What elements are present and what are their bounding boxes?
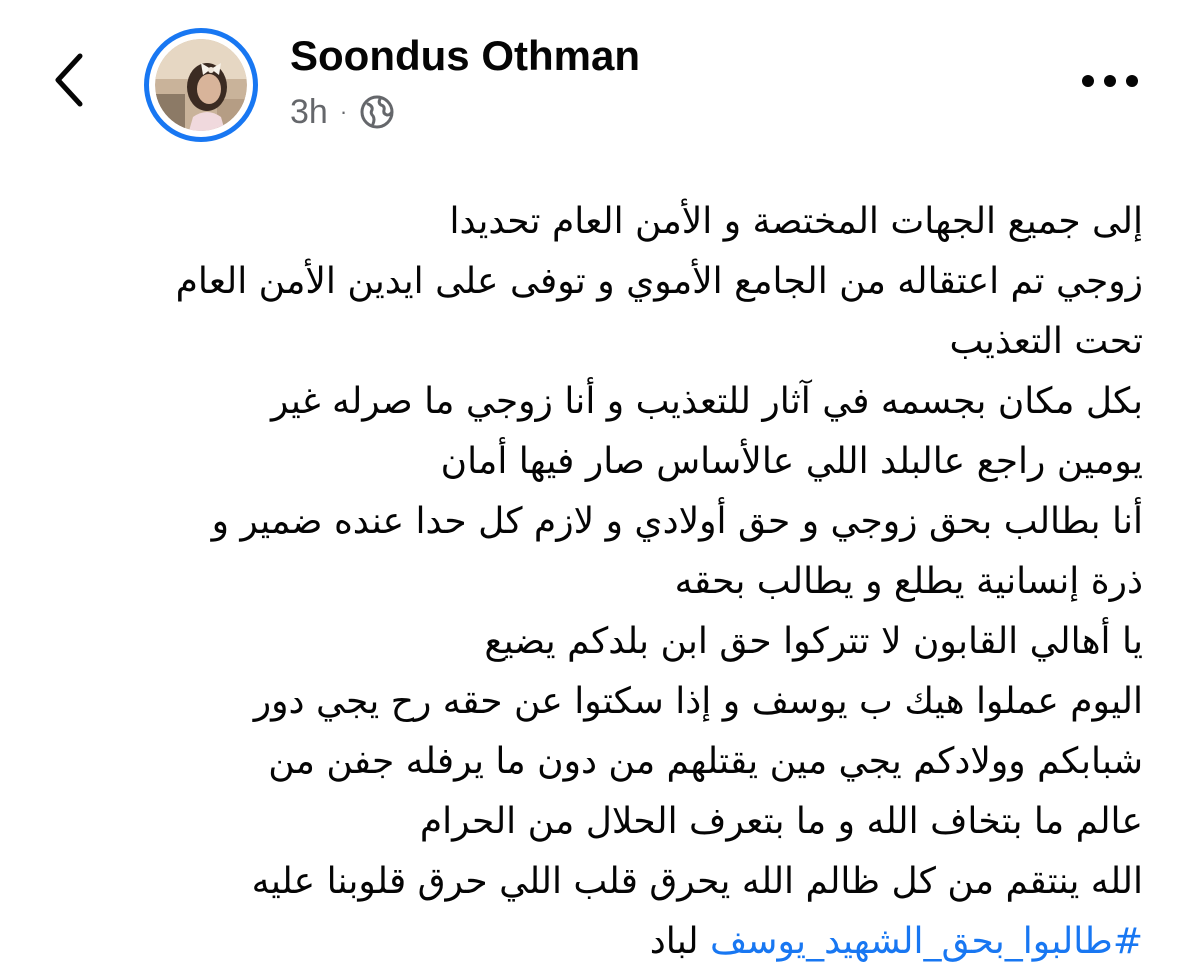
post-line: بكل مكان بجسمه في آثار للتعذيب و أنا زوج… bbox=[271, 381, 1143, 422]
post-line: عالم ما بتخاف الله و ما بتعرف الحلال من … bbox=[419, 801, 1143, 842]
more-options-button[interactable] bbox=[1075, 58, 1145, 104]
post-line: زوجي تم اعتقاله من الجامع الأموي و توفى … bbox=[175, 261, 1143, 302]
post-line: أنا بطالب بحق زوجي و حق أولادي و لازم كل… bbox=[211, 501, 1143, 542]
post-line: تحت التعذيب bbox=[949, 321, 1143, 362]
author-name[interactable]: Soondus Othman bbox=[290, 30, 640, 82]
post-trailing-text: لباد bbox=[649, 921, 699, 962]
meta-separator: · bbox=[339, 99, 348, 124]
post-line: الله ينتقم من كل ظالم الله يحرق قلب اللي… bbox=[251, 861, 1143, 902]
post-line: يا أهالي القابون لا تتركوا حق ابن بلدكم … bbox=[484, 621, 1143, 662]
avatar-story-ring[interactable] bbox=[144, 28, 258, 142]
post-line: ذرة إنسانية يطلع و يطالب بحقه bbox=[674, 561, 1143, 602]
avatar bbox=[155, 39, 247, 131]
post-meta: 3h · bbox=[290, 90, 395, 134]
chevron-left-icon bbox=[55, 53, 83, 107]
post-line: إلى جميع الجهات المختصة و الأمن العام تح… bbox=[449, 201, 1143, 242]
back-button[interactable] bbox=[40, 40, 100, 120]
post-time[interactable]: 3h bbox=[290, 93, 328, 132]
globe-icon[interactable] bbox=[359, 94, 395, 130]
post-line: شبابكم وولادكم يجي مين يقتلهم من دون ما … bbox=[268, 741, 1143, 782]
post-header: Soondus Othman 3h · bbox=[0, 0, 1179, 150]
hashtag-link[interactable]: #طالبوا_بحق_الشهيد_يوسف bbox=[710, 921, 1143, 962]
post-line: يومين راجع عالبلد اللي عالأساس صار فيها … bbox=[440, 441, 1143, 482]
post-text: إلى جميع الجهات المختصة و الأمن العام تح… bbox=[40, 192, 1143, 972]
more-horizontal-icon bbox=[1082, 75, 1138, 87]
post-line: اليوم عملوا هيك ب يوسف و إذا سكتوا عن حق… bbox=[253, 681, 1143, 722]
post-line-last: #طالبوا_بحق_الشهيد_يوسف لباد bbox=[40, 912, 1143, 972]
